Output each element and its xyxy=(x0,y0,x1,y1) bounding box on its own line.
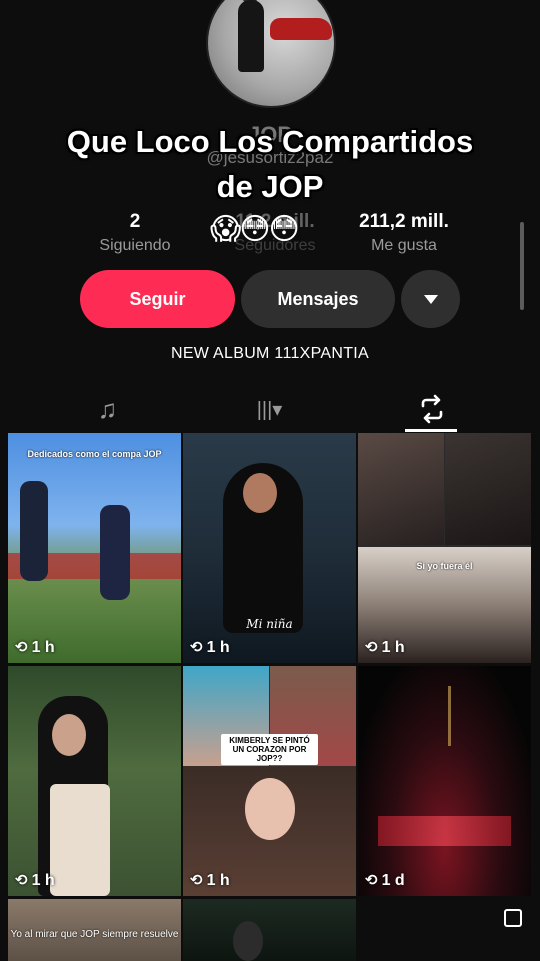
video-thumb-photo xyxy=(358,433,444,545)
repost-icon: ⟲ xyxy=(15,872,28,889)
video-repost-time: ⟲ 1 h xyxy=(15,871,55,890)
video-thumbnail[interactable]: Si yo fuera él ⟲ 1 h xyxy=(358,433,531,663)
chevron-down-icon xyxy=(423,294,438,304)
scrollbar[interactable] xyxy=(520,222,524,310)
video-time: 1 h xyxy=(31,639,55,656)
video-caption: KIMBERLY SE PINTÓ UN CORAZON POR JOP?? xyxy=(221,734,318,765)
active-tab-indicator xyxy=(405,429,457,432)
video-thumb-player xyxy=(20,481,48,581)
video-repost-time: ⟲ 1 h xyxy=(190,638,230,657)
follow-button[interactable]: Seguir xyxy=(80,270,235,328)
video-thumbnail[interactable]: ⟲ 1 h xyxy=(8,666,181,896)
video-thumb-photo xyxy=(445,433,531,545)
video-thumbnail[interactable]: Dedicados como el compa JOP ⟲ 1 h xyxy=(8,433,181,663)
video-thumbnail[interactable]: ⟲ 1 d xyxy=(358,666,531,896)
profile-tabs: ♫ |||▾ xyxy=(0,385,540,433)
video-time: 1 d xyxy=(381,872,405,889)
tab-reposts[interactable] xyxy=(384,385,479,433)
repost-icon: ⟲ xyxy=(190,639,203,656)
video-thumbnail[interactable]: KIMBERLY SE PINTÓ UN CORAZON POR JOP?? ⟲… xyxy=(183,666,356,896)
video-thumb-face xyxy=(245,778,295,840)
stat-following[interactable]: 2 Siguiendo xyxy=(80,211,190,255)
video-thumb-light xyxy=(448,686,451,746)
video-caption: Mi niña xyxy=(246,617,293,631)
stat-following-label: Siguiendo xyxy=(99,237,171,254)
video-thumb-face xyxy=(243,473,277,513)
video-time: 1 h xyxy=(381,639,405,656)
video-repost-time: ⟲ 1 h xyxy=(15,638,55,657)
messages-button[interactable]: Mensajes xyxy=(241,270,395,328)
video-caption: Si yo fuera él xyxy=(416,561,473,571)
video-thumb-dress xyxy=(50,784,110,896)
video-thumb-stage xyxy=(378,816,511,846)
repost-icon: ⟲ xyxy=(365,872,378,889)
tab-collections[interactable]: |||▾ xyxy=(222,385,317,433)
avatar-car xyxy=(270,18,332,40)
video-thumb-player xyxy=(100,505,130,600)
video-repost-time: ⟲ 1 h xyxy=(190,871,230,890)
collections-icon: |||▾ xyxy=(256,398,283,421)
video-thumbnail[interactable]: Mi niña ⟲ 1 h xyxy=(183,433,356,663)
video-time: 1 h xyxy=(206,872,230,889)
overlay-title-line2: de JOP xyxy=(216,169,324,204)
stat-likes-value: 211,2 mill. xyxy=(359,211,449,232)
video-caption: Dedicados como el compa JOP xyxy=(27,449,162,459)
video-repost-time: ⟲ 1 h xyxy=(365,638,405,657)
overlay-emojis: 😱😳😳 xyxy=(210,213,300,246)
stat-likes: 211,2 mill. Me gusta xyxy=(340,211,468,255)
video-caption: Yo al mirar que JOP siempre resuelve xyxy=(10,929,179,940)
profile-avatar[interactable] xyxy=(206,0,336,108)
repost-icon: ⟲ xyxy=(190,872,203,889)
more-options-button[interactable] xyxy=(401,270,460,328)
video-thumbnail[interactable] xyxy=(358,899,531,961)
repost-icon: ⟲ xyxy=(365,639,378,656)
stat-following-value: 2 xyxy=(129,211,141,232)
overlay-title-line1: Que Loco Los Compartidos xyxy=(66,124,474,159)
repost-icon: ⟲ xyxy=(15,639,28,656)
multi-photo-icon xyxy=(504,909,522,927)
avatar-person xyxy=(238,0,264,72)
tab-music[interactable]: ♫ xyxy=(60,385,155,433)
video-repost-time: ⟲ 1 d xyxy=(365,871,405,890)
profile-bio: NEW ALBUM 111XPANTIA xyxy=(170,345,370,362)
video-thumb-face xyxy=(52,714,86,756)
stat-likes-label: Me gusta xyxy=(371,237,437,254)
repost-icon xyxy=(421,394,442,424)
video-thumbnail[interactable]: Yo al mirar que JOP siempre resuelve xyxy=(8,899,181,961)
video-time: 1 h xyxy=(31,872,55,889)
music-note-icon: ♫ xyxy=(97,393,118,424)
video-time: 1 h xyxy=(206,639,230,656)
video-thumbnail[interactable] xyxy=(183,899,356,961)
video-thumb-person xyxy=(233,921,263,961)
